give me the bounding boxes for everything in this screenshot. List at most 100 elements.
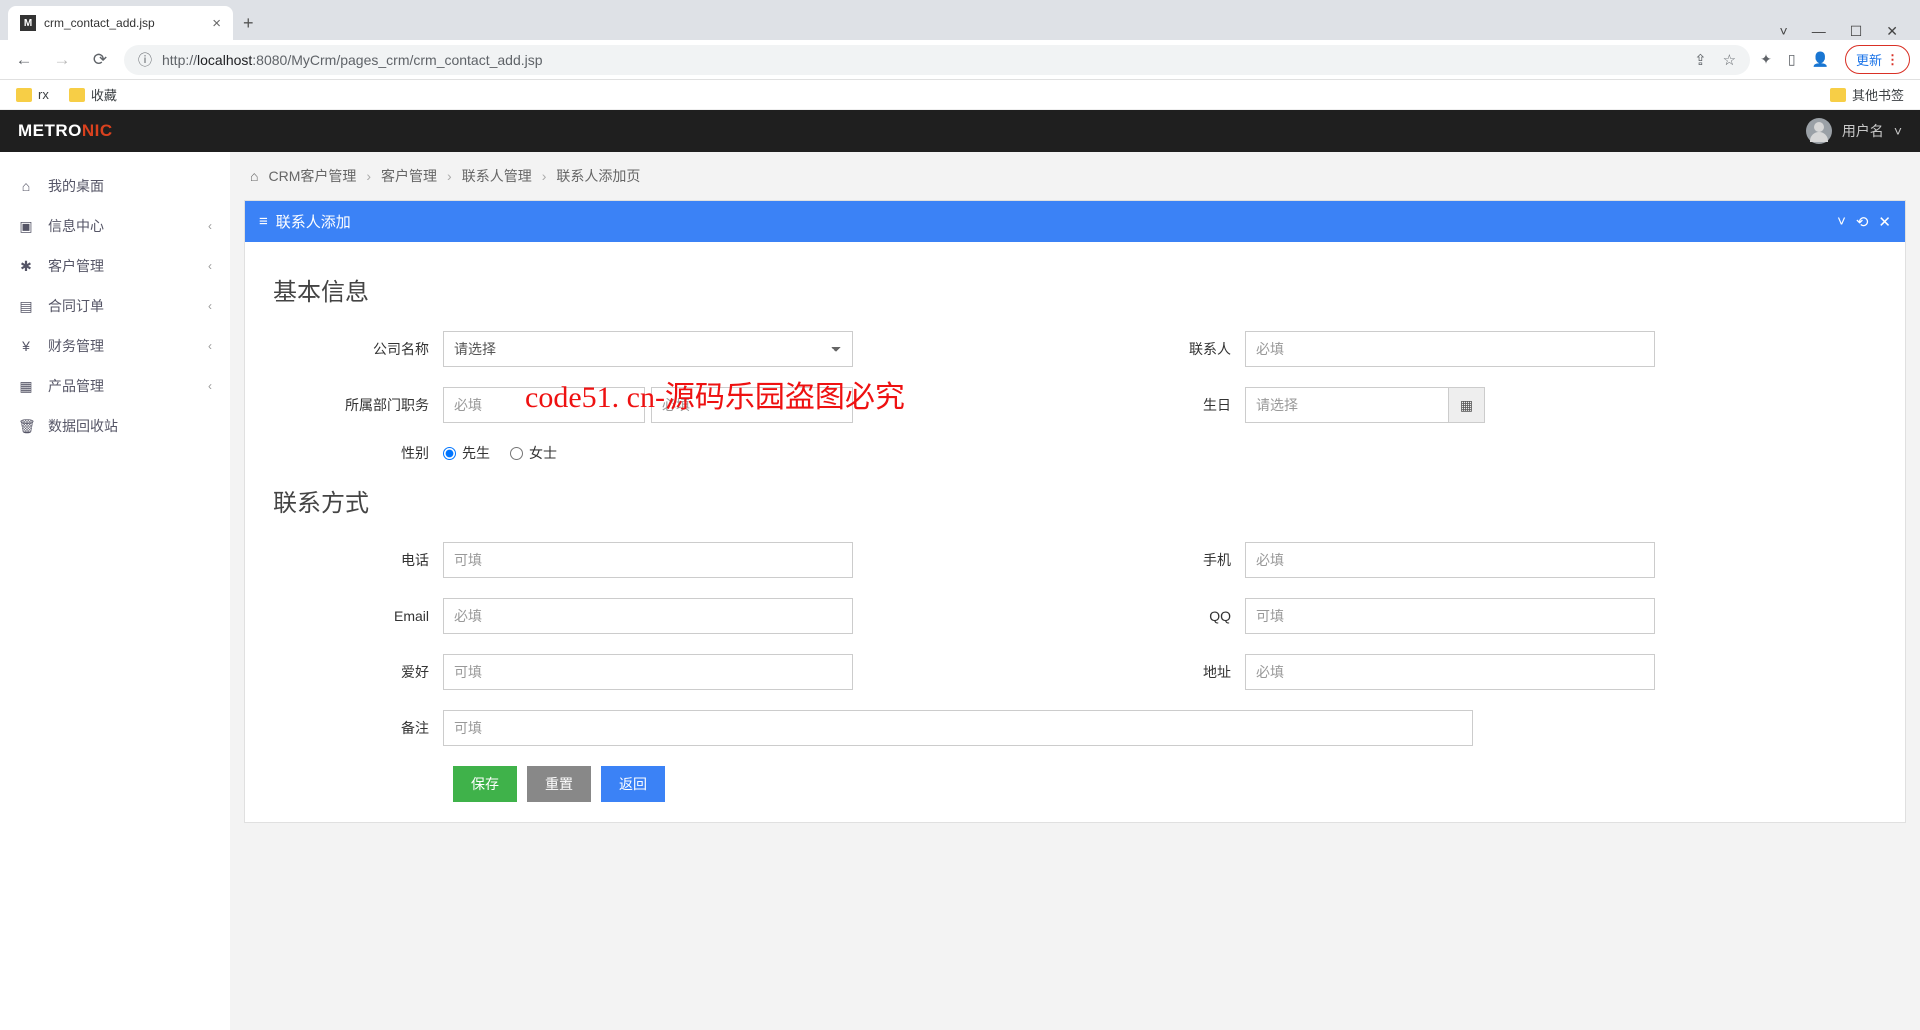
app-logo[interactable]: METRONIC — [18, 121, 113, 141]
sidebar-item-label: 客户管理 — [48, 256, 104, 276]
profile-icon[interactable]: 👤 — [1812, 51, 1829, 68]
breadcrumb-item: 联系人添加页 — [556, 166, 640, 186]
sidebar-item-label: 财务管理 — [48, 336, 104, 356]
address-input[interactable] — [1245, 654, 1655, 690]
panel-icon[interactable]: ▯ — [1788, 51, 1796, 68]
mobile-input[interactable] — [1245, 542, 1655, 578]
caret-down-icon[interactable]: ˅ — [1780, 23, 1788, 40]
update-button[interactable]: 更新 ⋮ — [1845, 45, 1910, 74]
address-bar[interactable]: ⓘ http://localhost:8080/MyCrm/pages_crm/… — [124, 45, 1750, 75]
breadcrumb-sep: › — [542, 168, 547, 184]
person-icon: ✱ — [18, 258, 34, 275]
hobby-input[interactable] — [443, 654, 853, 690]
sidebar: ⌂ 我的桌面 ▣ 信息中心 ‹ ✱ 客户管理 ‹ ▤ 合同订单 ‹ ¥ 财务管理 ‹ ▦产品管理‹… — [0, 152, 230, 1030]
bookmarks-bar: rx 收藏 其他书签 — [0, 80, 1920, 110]
sidebar-item-label: 合同订单 — [48, 296, 104, 316]
share-icon[interactable]: ⇪ — [1694, 51, 1707, 69]
folder-icon — [1830, 88, 1846, 102]
label-contact: 联系人 — [1075, 339, 1245, 359]
panel-header: ≡ 联系人添加 ˅ ⟲ ✕ — [245, 201, 1905, 242]
sidebar-item-label: 数据回收站 — [48, 416, 118, 436]
breadcrumb-sep: › — [366, 168, 371, 184]
book-icon: ▤ — [18, 298, 34, 315]
calendar-icon[interactable]: ▦ — [1449, 387, 1485, 423]
refresh-icon[interactable]: ⟲ — [1856, 213, 1869, 231]
label-email: Email — [273, 608, 443, 624]
maximize-icon[interactable]: ☐ — [1850, 23, 1863, 40]
label-birthday: 生日 — [1075, 395, 1245, 415]
email-input[interactable] — [443, 598, 853, 634]
back-button[interactable]: 返回 — [601, 766, 665, 802]
dept-input[interactable] — [443, 387, 645, 423]
yen-icon: ¥ — [18, 338, 34, 354]
collapse-icon[interactable]: ˅ — [1837, 213, 1846, 231]
site-info-icon[interactable]: ⓘ — [138, 50, 152, 70]
menu-icon: ≡ — [259, 213, 268, 230]
chevron-left-icon: ‹ — [208, 219, 212, 233]
tab-title: crm_contact_add.jsp — [44, 16, 204, 30]
browser-toolbar: ← → ⟳ ⓘ http://localhost:8080/MyCrm/page… — [0, 40, 1920, 80]
breadcrumb-home-icon[interactable]: ⌂ — [250, 168, 258, 184]
sidebar-item-recycle[interactable]: 🗑数据回收站 — [0, 406, 230, 446]
job-input[interactable] — [651, 387, 853, 423]
extensions-icon[interactable]: ✦ — [1760, 51, 1772, 68]
avatar-icon — [1806, 118, 1832, 144]
phone-input[interactable] — [443, 542, 853, 578]
sidebar-item-customer[interactable]: ✱ 客户管理 ‹ — [0, 246, 230, 286]
label-qq: QQ — [1075, 608, 1245, 624]
chevron-left-icon: ‹ — [208, 339, 212, 353]
info-icon: ▣ — [18, 218, 34, 235]
gender-male-radio[interactable]: 先生 — [443, 443, 490, 463]
label-dept-job: 所属部门职务 — [273, 395, 443, 415]
sidebar-item-product[interactable]: ▦产品管理‹ — [0, 366, 230, 406]
breadcrumb-item[interactable]: CRM客户管理 — [268, 166, 356, 186]
label-phone: 电话 — [273, 550, 443, 570]
new-tab-button[interactable]: + — [233, 7, 264, 40]
window-controls: ˅ — ☐ ✕ — [1780, 23, 1912, 40]
reset-button[interactable]: 重置 — [527, 766, 591, 802]
company-select[interactable]: 请选择 — [443, 331, 853, 367]
close-panel-icon[interactable]: ✕ — [1878, 213, 1891, 231]
grid-icon: ▦ — [18, 378, 34, 395]
sidebar-item-desktop[interactable]: ⌂ 我的桌面 — [0, 166, 230, 206]
breadcrumb-sep: › — [447, 168, 452, 184]
sidebar-item-label: 我的桌面 — [48, 176, 104, 196]
remark-input[interactable] — [443, 710, 1473, 746]
save-button[interactable]: 保存 — [453, 766, 517, 802]
breadcrumb-item[interactable]: 联系人管理 — [462, 166, 532, 186]
chevron-left-icon: ‹ — [208, 379, 212, 393]
bookmark-star-icon[interactable]: ☆ — [1723, 51, 1736, 69]
breadcrumb-item[interactable]: 客户管理 — [381, 166, 437, 186]
username-label: 用户名 — [1842, 121, 1884, 141]
browser-tab[interactable]: M crm_contact_add.jsp × — [8, 6, 233, 40]
url-text: http://localhost:8080/MyCrm/pages_crm/cr… — [162, 52, 1684, 68]
sidebar-item-info[interactable]: ▣ 信息中心 ‹ — [0, 206, 230, 246]
birthday-input[interactable] — [1245, 387, 1449, 423]
bookmark-rx[interactable]: rx — [16, 87, 49, 102]
sidebar-item-contract[interactable]: ▤合同订单‹ — [0, 286, 230, 326]
bookmark-other[interactable]: 其他书签 — [1830, 85, 1904, 104]
section-basic-title: 基本信息 — [273, 272, 1877, 307]
back-icon[interactable]: ← — [10, 50, 38, 70]
gender-female-radio[interactable]: 女士 — [510, 443, 557, 463]
qq-input[interactable] — [1245, 598, 1655, 634]
panel-title: 联系人添加 — [276, 211, 351, 232]
bookmark-fav[interactable]: 收藏 — [69, 85, 117, 104]
contact-input[interactable] — [1245, 331, 1655, 367]
breadcrumb: ⌂ CRM客户管理 › 客户管理 › 联系人管理 › 联系人添加页 — [244, 152, 1906, 200]
folder-icon — [69, 88, 85, 102]
forward-icon[interactable]: → — [48, 50, 76, 70]
label-hobby: 爱好 — [273, 662, 443, 682]
home-icon: ⌂ — [18, 178, 34, 194]
chevron-down-icon: ˅ — [1894, 123, 1902, 139]
close-window-icon[interactable]: ✕ — [1886, 23, 1898, 40]
sidebar-item-label: 信息中心 — [48, 216, 104, 236]
sidebar-item-finance[interactable]: ¥ 财务管理 ‹ — [0, 326, 230, 366]
minimize-icon[interactable]: — — [1812, 23, 1826, 40]
user-menu[interactable]: 用户名 ˅ — [1806, 118, 1902, 144]
reload-icon[interactable]: ⟳ — [86, 50, 114, 70]
label-mobile: 手机 — [1075, 550, 1245, 570]
chevron-left-icon: ‹ — [208, 259, 212, 273]
label-company: 公司名称 — [273, 339, 443, 359]
tab-close-icon[interactable]: × — [212, 15, 221, 32]
